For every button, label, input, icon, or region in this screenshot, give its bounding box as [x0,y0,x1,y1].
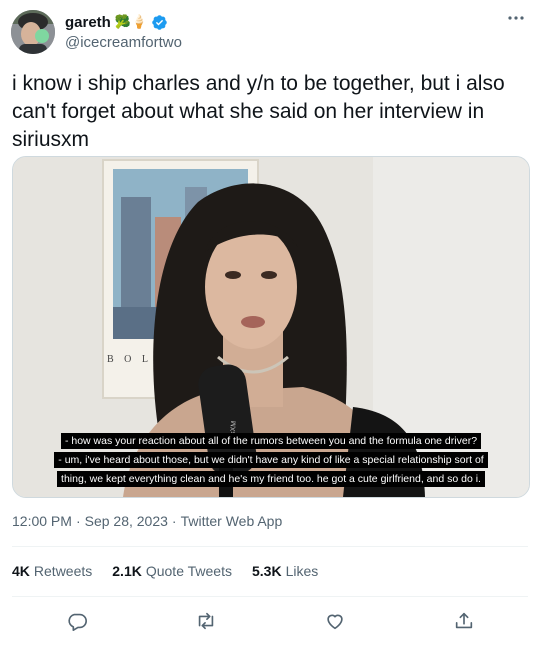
quote-tweets-label: Quote Tweets [145,563,232,579]
share-icon[interactable] [447,604,481,638]
divider [12,596,528,597]
subtitle-line-1: - how was your reaction about all of the… [60,433,482,449]
tweet-date[interactable]: Sep 28, 2023 [85,513,168,529]
tweet-stats: 4K Retweets 2.1K Quote Tweets 5.3K Likes [12,563,318,579]
retweets-count: 4K [12,563,30,579]
tweet-timestamp: 12:00 PM · Sep 28, 2023 · Twitter Web Ap… [12,513,282,529]
author-emoji: 🥦🍦 [114,14,148,29]
subtitles: - how was your reaction about all of the… [13,433,529,487]
subtitle-line-2: - um, i've heard about those, but we did… [54,452,488,468]
avatar[interactable] [11,10,55,54]
tweet-time[interactable]: 12:00 PM [12,513,72,529]
retweets-stat[interactable]: 4K Retweets [12,563,92,579]
reply-icon[interactable] [60,604,94,638]
tweet-actions [12,604,528,638]
tweet-media[interactable]: B O L SiriusXM - how was your reaction a… [12,156,530,498]
poster-text: B O L [107,354,152,365]
more-icon[interactable] [504,8,528,28]
meta-separator: · [171,513,177,529]
verified-badge-icon [151,14,168,31]
meta-separator: · [75,513,81,529]
quote-tweets-count: 2.1K [112,563,142,579]
subtitle-line-3: thing, we kept everything clean and he's… [57,471,485,487]
author-name[interactable]: gareth [65,14,111,31]
likes-count: 5.3K [251,563,282,579]
avatar-image [11,10,55,54]
likes-stat[interactable]: 5.3K Likes [252,563,318,579]
likes-label: Likes [285,563,319,579]
retweets-label: Retweets [33,563,93,579]
retweet-icon[interactable] [189,604,223,638]
like-icon[interactable] [318,604,352,638]
quote-tweets-stat[interactable]: 2.1K Quote Tweets [112,563,232,579]
author-handle[interactable]: @icecreamfortwo [65,34,182,51]
tweet-source[interactable]: Twitter Web App [181,513,283,529]
divider [12,546,528,547]
tweet-text: i know i ship charles and y/n to be toge… [12,72,505,151]
author-row: gareth 🥦🍦 [65,12,168,32]
